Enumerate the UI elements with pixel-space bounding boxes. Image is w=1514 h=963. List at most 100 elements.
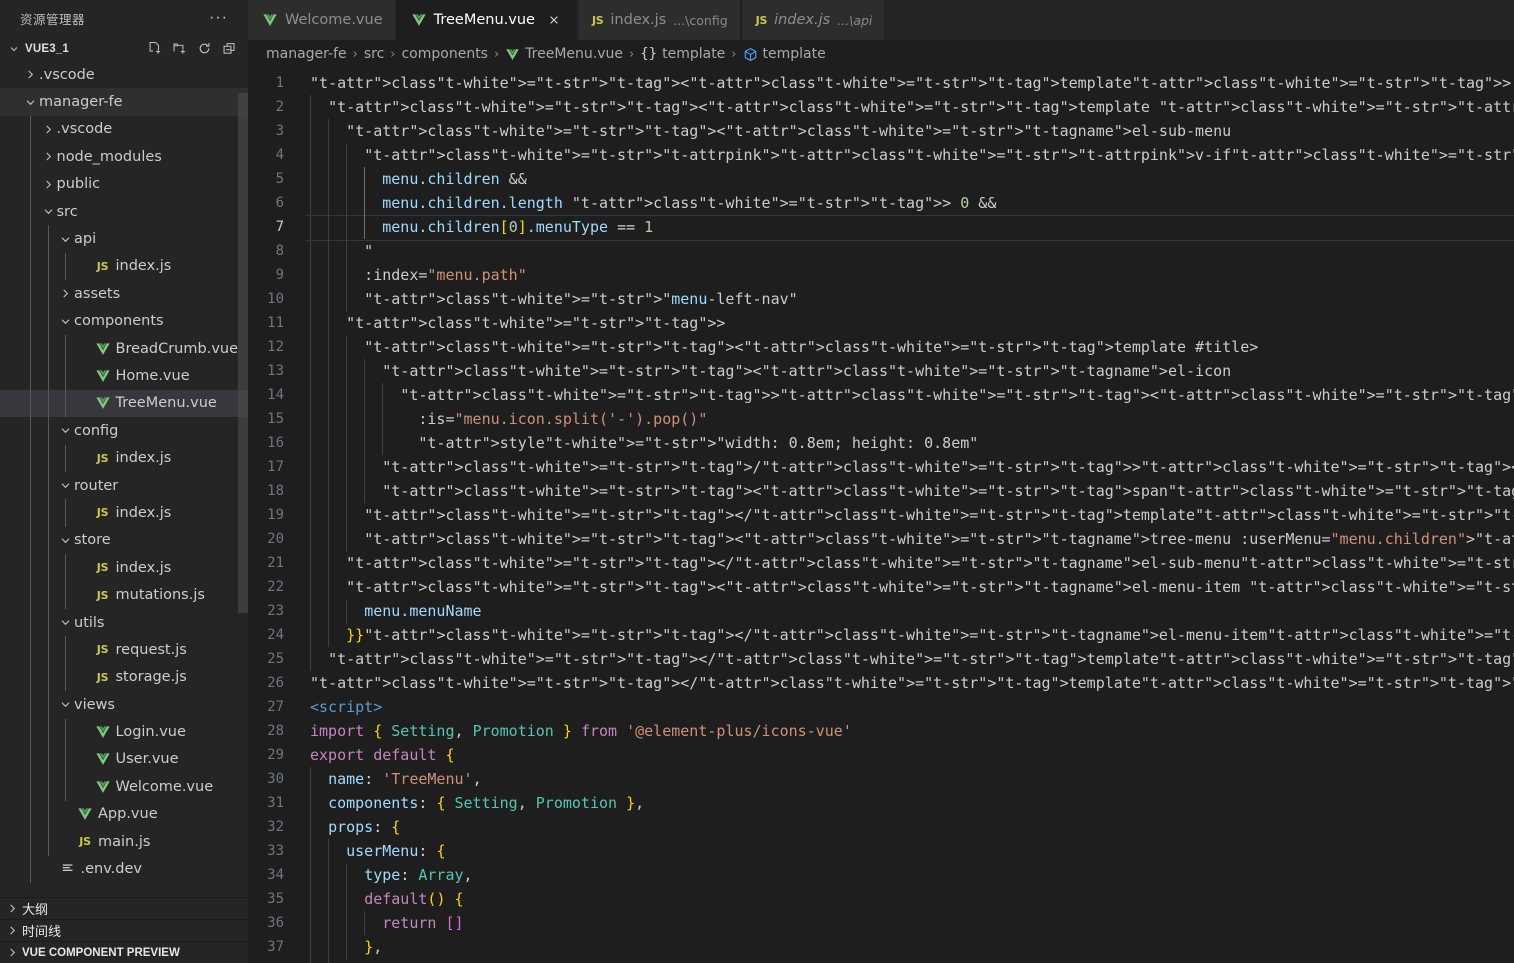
tree-file-row[interactable]: JS index.js xyxy=(0,253,248,280)
code-line[interactable]: "t-attr">class"t-white">="t-str">"t-tag"… xyxy=(306,335,1514,359)
breadcrumb-item[interactable]: src xyxy=(361,45,387,63)
code-line[interactable]: props: { xyxy=(306,815,1514,839)
tree-folder-row[interactable]: src xyxy=(0,198,248,225)
code-line[interactable]: "t-attr">class"t-white">="t-str">"menu-l… xyxy=(306,287,1514,311)
line-number: 24 xyxy=(267,627,284,643)
code-line[interactable]: "t-attr">class"t-white">="t-str">"t-tag"… xyxy=(306,671,1514,695)
editor-tab[interactable]: JS index.js ...\api xyxy=(741,0,886,40)
tree-file-row[interactable]: JS main.js xyxy=(0,828,248,855)
breadcrumb-item[interactable]: template xyxy=(740,45,829,63)
line-number: 33 xyxy=(267,843,284,859)
tree-folder-row[interactable]: .vscode xyxy=(0,116,248,143)
code-line[interactable]: menu.menuName xyxy=(306,599,1514,623)
code-line[interactable]: "t-attr">class"t-white">="t-str">"t-tag"… xyxy=(306,479,1514,503)
sidebar-scrollbar[interactable] xyxy=(238,93,248,613)
tree-file-row[interactable]: JS index.js xyxy=(0,499,248,526)
code-content[interactable]: "t-attr">class"t-white">="t-str">"t-tag"… xyxy=(306,68,1514,963)
sidebar-panel-header[interactable]: VUE COMPONENT PREVIEW xyxy=(0,941,248,963)
code-line[interactable]: default() { xyxy=(306,887,1514,911)
code-line[interactable]: "t-attr">class"t-white">="t-str">"t-attr… xyxy=(306,143,1514,167)
code-line[interactable]: "t-attr">class"t-white">="t-str">"t-tag"… xyxy=(306,647,1514,671)
tree-folder-row[interactable]: .vscode xyxy=(0,61,248,88)
tree-folder-row[interactable]: node_modules xyxy=(0,143,248,170)
code-line[interactable]: <script> xyxy=(306,695,1514,719)
code-line[interactable]: }, xyxy=(306,959,1514,963)
code-editor[interactable]: 1 2 3 4 5 6 7 8 9 10 11 12 13 14 15 16 17 18 19 20 21 22 23 24 2… xyxy=(248,68,1514,963)
tree-file-row[interactable]: TreeMenu.vue xyxy=(0,389,248,418)
tree-folder-row[interactable]: api xyxy=(0,225,248,252)
close-icon[interactable] xyxy=(545,11,564,30)
tree-file-row[interactable]: JS mutations.js xyxy=(0,581,248,608)
tree-file-row[interactable]: Home.vue xyxy=(0,362,248,389)
tree-folder-row[interactable]: router xyxy=(0,472,248,499)
code-line[interactable]: name: 'TreeMenu', xyxy=(306,767,1514,791)
code-line[interactable]: "t-attr">style"t-white">="t-str">"width:… xyxy=(306,431,1514,455)
code-line[interactable]: export default { xyxy=(306,743,1514,767)
code-line[interactable]: "t-attr">class"t-white">="t-str">"t-tag"… xyxy=(306,119,1514,143)
code-line[interactable]: }, xyxy=(306,935,1514,959)
code-line[interactable]: userMenu: { xyxy=(306,839,1514,863)
editor-tab[interactable]: TreeMenu.vue xyxy=(396,0,577,40)
code-line[interactable]: " xyxy=(306,239,1514,263)
code-line[interactable]: "t-attr">class"t-white">="t-str">"t-tag"… xyxy=(306,359,1514,383)
breadcrumb-separator: › xyxy=(352,46,358,62)
new-folder-icon[interactable] xyxy=(168,39,190,59)
code-line[interactable]: menu.children && xyxy=(306,167,1514,191)
code-line[interactable]: "t-attr">class"t-white">="t-str">"t-tag"… xyxy=(306,455,1514,479)
breadcrumb-item[interactable]: {} template xyxy=(637,45,728,63)
tree-folder-row[interactable]: store xyxy=(0,527,248,554)
code-line[interactable]: "t-attr">class"t-white">="t-str">"t-tag"… xyxy=(306,71,1514,95)
code-line[interactable]: "t-attr">class"t-white">="t-str">"t-tag"… xyxy=(306,95,1514,119)
code-line[interactable]: menu.children[0].menuType == 1 xyxy=(306,215,1514,241)
tree-folder-row[interactable]: public xyxy=(0,171,248,198)
breadcrumb-item[interactable]: manager-fe xyxy=(263,45,350,63)
tree-folder-row[interactable]: views xyxy=(0,691,248,718)
line-number: 11 xyxy=(267,315,284,331)
line-number: 38 xyxy=(248,959,284,963)
collapse-all-icon[interactable] xyxy=(218,39,240,59)
code-line[interactable]: "t-attr">class"t-white">="t-str">"t-tag"… xyxy=(306,551,1514,575)
tree-folder-row[interactable]: config xyxy=(0,417,248,444)
js-file-icon: JS xyxy=(96,643,109,657)
code-line[interactable]: "t-attr">class"t-white">="t-str">"t-tag"… xyxy=(306,383,1514,407)
tree-folder-row[interactable]: utils xyxy=(0,609,248,636)
tree-file-row[interactable]: JS request.js xyxy=(0,636,248,663)
code-line[interactable]: components: { Setting, Promotion }, xyxy=(306,791,1514,815)
tree-file-row[interactable]: User.vue xyxy=(0,746,248,773)
new-file-icon[interactable] xyxy=(143,39,165,59)
explorer-more-actions-button[interactable]: ··· xyxy=(203,10,234,26)
sidebar-panel-header[interactable]: 大纲 xyxy=(0,897,248,919)
code-line[interactable]: "t-attr">class"t-white">="t-str">"t-tag"… xyxy=(306,311,1514,335)
tree-file-row[interactable]: Welcome.vue xyxy=(0,773,248,800)
tree-folder-row[interactable]: manager-fe xyxy=(0,88,248,116)
code-line[interactable]: type: Array, xyxy=(306,863,1514,887)
code-line[interactable]: menu.children.length "t-attr">class"t-wh… xyxy=(306,191,1514,215)
code-line[interactable]: :is="menu.icon.split('-').pop()" xyxy=(306,407,1514,431)
tree-file-row[interactable]: JS index.js xyxy=(0,444,248,471)
breadcrumb[interactable]: manager-fe › src › components › TreeMenu.vue ›{… xyxy=(248,40,1514,68)
code-line[interactable]: "t-attr">class"t-white">="t-str">"t-tag"… xyxy=(306,527,1514,551)
tree-file-row[interactable]: BreadCrumb.vue xyxy=(0,335,248,362)
breadcrumb-item[interactable]: TreeMenu.vue xyxy=(502,45,626,63)
tree-item-label: .env.dev xyxy=(80,861,143,878)
editor-tab[interactable]: JS index.js ...\config xyxy=(577,0,741,40)
file-tree[interactable]: .vscode manager-fe .vscode node_modules publ… xyxy=(0,61,248,897)
tree-file-row[interactable]: JS index.js xyxy=(0,554,248,581)
code-line[interactable]: }}"t-attr">class"t-white">="t-str">"t-ta… xyxy=(306,623,1514,647)
tree-file-row[interactable]: JS storage.js xyxy=(0,664,248,691)
breadcrumb-item[interactable]: components xyxy=(398,45,491,63)
code-line[interactable]: "t-attr">class"t-white">="t-str">"t-tag"… xyxy=(306,575,1514,599)
code-line[interactable]: :index="menu.path" xyxy=(306,263,1514,287)
tree-file-row[interactable]: App.vue xyxy=(0,801,248,828)
refresh-icon[interactable] xyxy=(193,39,215,59)
code-line[interactable]: "t-attr">class"t-white">="t-str">"t-tag"… xyxy=(306,503,1514,527)
tree-file-row[interactable]: Login.vue xyxy=(0,718,248,745)
tree-folder-row[interactable]: components xyxy=(0,308,248,335)
code-line[interactable]: return [] xyxy=(306,911,1514,935)
tree-file-row[interactable]: .env.dev xyxy=(0,855,248,882)
tree-folder-row[interactable]: assets xyxy=(0,280,248,307)
code-line[interactable]: import { Setting, Promotion } from '@ele… xyxy=(306,719,1514,743)
sidebar-panel-header[interactable]: 时间线 xyxy=(0,919,248,941)
editor-tab[interactable]: Welcome.vue xyxy=(248,0,396,40)
workspace-root-row[interactable]: VUE3_1 xyxy=(0,36,248,61)
